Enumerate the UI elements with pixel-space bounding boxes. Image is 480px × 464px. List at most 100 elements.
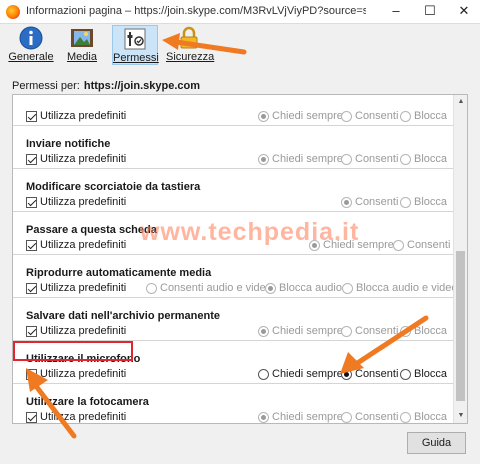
use-default-checkbox[interactable]: Utilizza predefiniti — [26, 325, 126, 337]
firefox-icon — [6, 5, 20, 19]
option-label: Consenti — [355, 196, 399, 208]
option-allow: Consenti — [341, 153, 398, 165]
checkbox[interactable] — [26, 110, 37, 122]
radio — [341, 196, 352, 208]
watermark: www.techpedia.it — [140, 218, 360, 246]
option-label: Blocca — [414, 153, 448, 165]
checkbox[interactable] — [26, 196, 37, 208]
radio — [341, 411, 352, 423]
permission-title: Inviare notifiche — [26, 138, 111, 150]
checkbox[interactable] — [26, 153, 37, 165]
permission-row-autoplay: Riprodurre automaticamente media Utilizz… — [13, 255, 458, 298]
radio[interactable] — [258, 368, 269, 380]
tab-generale[interactable]: Generale — [6, 25, 56, 65]
option-label: Consenti — [355, 368, 399, 380]
toolbar: Generale Media Permessi Sicurezza — [0, 24, 480, 68]
option-label: Blocca — [414, 411, 448, 423]
checkbox[interactable] — [26, 239, 37, 251]
checkbox-label: Utilizza predefiniti — [40, 196, 127, 208]
option-label: Blocca audio — [279, 282, 342, 294]
permissions-icon — [124, 28, 146, 50]
permission-row-shortcuts: Modificare scorciatoie da tastiera Utili… — [13, 169, 455, 212]
option-label: Blocca — [414, 110, 448, 122]
option-label: Consenti audio e video — [160, 282, 272, 294]
scroll-up-arrow-icon[interactable]: ▲ — [454, 95, 467, 109]
use-default-checkbox[interactable]: Utilizza predefiniti — [26, 153, 126, 165]
use-default-checkbox[interactable]: Utilizza predefiniti — [26, 282, 126, 294]
title-bar: Informazioni pagina – https://join.skype… — [0, 0, 480, 24]
option-ask: Chiedi sempre — [258, 411, 343, 423]
radio — [341, 153, 352, 165]
option-block: Blocca — [400, 325, 447, 337]
minimize-button[interactable]: – — [380, 0, 412, 24]
use-default-checkbox[interactable]: Utilizza predefiniti — [26, 239, 126, 251]
option-label: Chiedi sempre — [272, 110, 343, 122]
radio — [400, 325, 411, 337]
permission-title: Modificare scorciatoie da tastiera — [26, 181, 201, 193]
tab-label: Media — [67, 51, 97, 63]
radio — [258, 411, 269, 423]
vertical-scrollbar[interactable]: ▲ ▼ — [453, 95, 467, 423]
radio[interactable] — [400, 368, 411, 380]
permissions-list[interactable]: Utilizza predefiniti Chiedi sempre Conse… — [12, 94, 468, 424]
use-default-checkbox[interactable]: Utilizza predefiniti — [26, 196, 126, 208]
scroll-down-arrow-icon[interactable]: ▼ — [454, 409, 467, 423]
radio — [146, 282, 157, 294]
tab-label: Sicurezza — [166, 51, 215, 63]
use-default-checkbox[interactable]: Utilizza predefiniti — [26, 411, 126, 423]
scroll-thumb[interactable] — [456, 251, 465, 401]
radio — [258, 110, 269, 122]
option-block: Blocca — [400, 196, 447, 208]
radio — [341, 110, 352, 122]
checkbox[interactable] — [26, 325, 37, 337]
radio[interactable] — [341, 368, 352, 380]
maximize-button[interactable]: ☐ — [414, 0, 446, 24]
option-ask[interactable]: Chiedi sempre — [258, 368, 343, 380]
checkbox[interactable] — [26, 282, 37, 294]
checkbox-label: Utilizza predefiniti — [40, 110, 127, 122]
use-default-checkbox[interactable]: Utilizza predefiniti — [26, 368, 126, 380]
checkbox-label: Utilizza predefiniti — [40, 325, 127, 337]
option-label: Consenti — [407, 239, 451, 251]
permission-title: Salvare dati nell'archivio permanente — [26, 310, 220, 322]
checkbox[interactable] — [26, 411, 37, 423]
option-block[interactable]: Blocca — [400, 368, 447, 380]
option-allow: Consenti — [341, 325, 398, 337]
permission-row: Utilizza predefiniti Chiedi sempre Conse… — [13, 95, 455, 126]
option-ask: Chiedi sempre — [258, 325, 343, 337]
option-allow[interactable]: Consenti — [341, 368, 398, 380]
tab-label: Permessi — [113, 52, 159, 64]
tab-permessi[interactable]: Permessi — [112, 25, 159, 65]
option-block: Blocca — [400, 110, 447, 122]
tab-label: Generale — [8, 51, 54, 63]
option-block-audio-video: Blocca audio e video — [342, 282, 458, 294]
permission-row-camera: Utilizzare la fotocamera Utilizza predef… — [13, 384, 455, 423]
highlight-box — [13, 341, 133, 361]
permissions-for: Permessi per: https://join.skype.com — [12, 80, 200, 92]
option-label: Consenti — [355, 110, 399, 122]
option-allow: Consenti — [341, 411, 398, 423]
info-icon — [19, 26, 43, 50]
permission-title: Passare a questa scheda — [26, 224, 157, 236]
media-icon — [71, 29, 93, 47]
option-label: Chiedi sempre — [272, 325, 343, 337]
option-label: Blocca audio e video — [356, 282, 458, 294]
radio — [393, 239, 404, 251]
close-button[interactable]: ✕ — [448, 0, 480, 24]
site-url: https://join.skype.com — [83, 80, 200, 92]
option-label: Chiedi sempre — [272, 368, 343, 380]
lock-icon — [180, 26, 198, 49]
option-label: Consenti — [355, 325, 399, 337]
option-allow-audio-video: Consenti audio e video — [146, 282, 272, 294]
tab-media[interactable]: Media — [62, 25, 102, 65]
checkbox[interactable] — [26, 368, 37, 380]
option-label: Chiedi sempre — [272, 153, 343, 165]
help-button[interactable]: Guida — [407, 432, 466, 454]
tab-sicurezza[interactable]: Sicurezza — [166, 25, 215, 65]
option-block-audio: Blocca audio — [265, 282, 342, 294]
radio — [400, 110, 411, 122]
checkbox-label: Utilizza predefiniti — [40, 153, 127, 165]
radio — [400, 196, 411, 208]
use-default-checkbox[interactable]: Utilizza predefiniti — [26, 110, 126, 122]
radio — [400, 411, 411, 423]
